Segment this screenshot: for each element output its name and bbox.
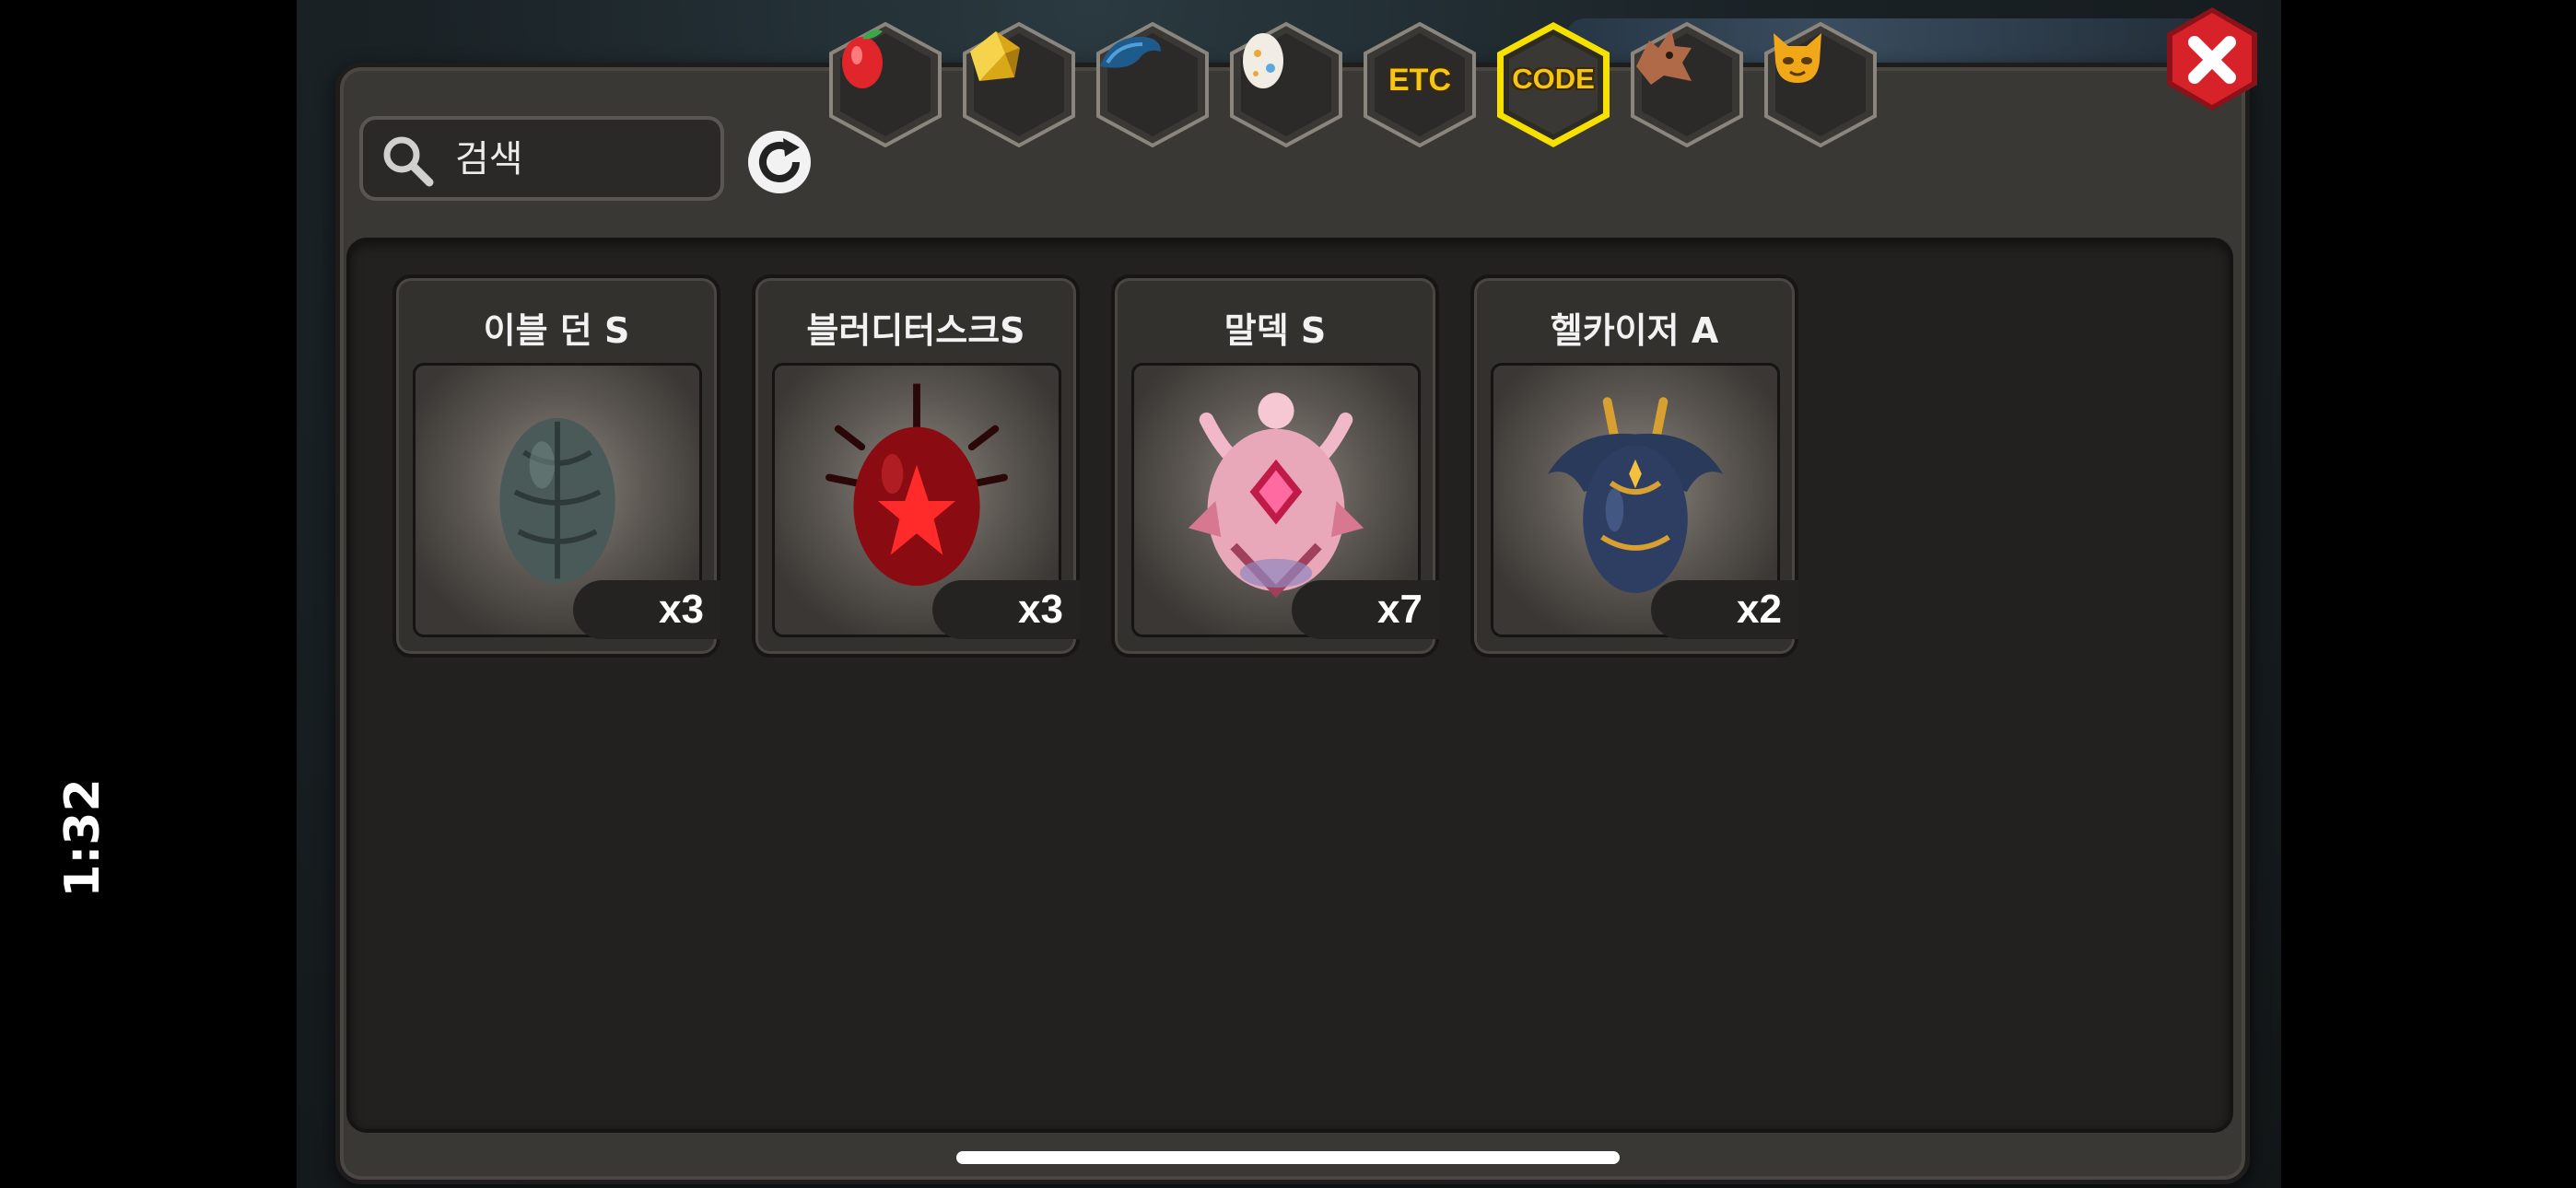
tab-scale[interactable] (1093, 20, 1212, 149)
status-time: 1:32 (55, 778, 111, 898)
tab-etc[interactable]: ETC (1360, 20, 1480, 149)
item-count: x7 (1292, 580, 1439, 639)
home-indicator[interactable] (956, 1151, 1620, 1164)
item-card[interactable]: 블러디터스크S x3 (752, 274, 1080, 658)
fruit-icon (842, 29, 883, 88)
egg-icon (1243, 33, 1283, 88)
item-card[interactable]: 말덱 S x7 (1111, 274, 1439, 658)
tab-pet[interactable] (1761, 20, 1880, 149)
item-name: 이블 던 S (483, 310, 630, 351)
dragon-head-icon (1636, 29, 1692, 85)
search-icon (383, 136, 434, 187)
close-button[interactable] (2161, 4, 2263, 114)
dragon-scale-icon (1100, 36, 1161, 68)
tab-fruit[interactable] (825, 20, 945, 149)
tab-dragon[interactable] (1627, 20, 1747, 149)
item-card[interactable]: 헬카이저 A x2 (1470, 274, 1798, 658)
item-count: x3 (573, 580, 720, 639)
item-name: 블러디터스크S (806, 310, 1025, 351)
tab-egg[interactable] (1226, 20, 1346, 149)
search-input[interactable] (453, 129, 715, 190)
tab-etc-label: ETC (1388, 63, 1451, 98)
tab-code-label: CODE (1512, 63, 1595, 95)
search-box[interactable] (359, 116, 724, 201)
pet-face-icon (1774, 33, 1821, 83)
item-name: 헬카이저 A (1550, 310, 1719, 351)
item-card[interactable]: 이블 던 S x3 (392, 274, 720, 658)
game-screen: 1:32 검색 ETC CODE 이블 던 S x3 블러디터스크S x3 말덱… (0, 0, 2576, 1188)
gold-ore-icon (970, 31, 1020, 81)
item-name: 말덱 S (1224, 310, 1327, 351)
tab-gold[interactable] (959, 20, 1079, 149)
tab-code[interactable]: CODE (1493, 20, 1613, 149)
item-count: x2 (1651, 580, 1798, 639)
item-count: x3 (932, 580, 1080, 639)
refresh-button[interactable] (743, 125, 816, 199)
